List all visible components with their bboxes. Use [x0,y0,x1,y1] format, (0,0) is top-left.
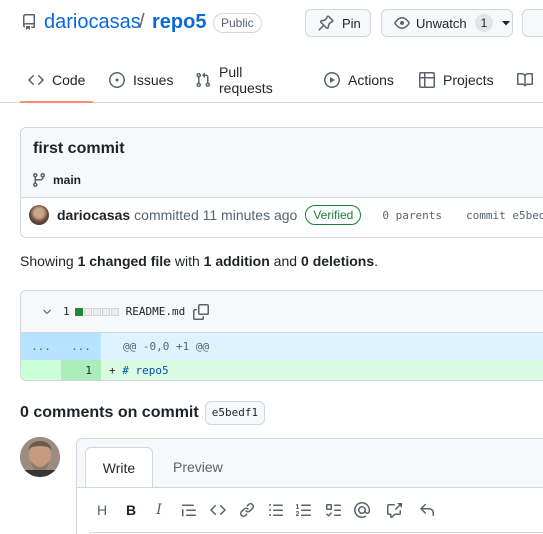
file-diff: 1 README.md ... ... @@ -0,0 +1 @@ 1 + # … [20,290,543,381]
visibility-badge: Public [213,13,262,33]
repo-name-link[interactable]: repo5 [152,11,206,34]
expand-up-button[interactable]: ... [21,333,61,360]
summary-deletions: 0 deletions [301,253,375,269]
hunk-header-row: ... ... @@ -0,0 +1 @@ [21,333,543,360]
commit-meta: dariocasas committed 11 minutes ago Veri… [29,205,543,225]
comments-title: 0 comments on commit [20,404,199,421]
new-line-number[interactable]: 1 [61,360,101,380]
summary-additions: 1 addition [203,253,270,269]
summary-with: with [174,253,200,269]
reply-icon[interactable] [416,499,438,521]
watch-count: 1 [474,14,494,32]
hunk-header: @@ -0,0 +1 @@ [123,340,210,353]
copy-icon[interactable] [193,303,210,320]
repo-header: dariocasas / repo5 Public Pin Unwatch 1 … [0,0,543,103]
caret-down-icon [501,18,511,28]
table-icon [419,72,435,88]
watch-label: Unwatch [416,15,467,31]
diff-summary: Showing 1 changed file with 1 addition a… [20,253,378,269]
link-icon[interactable] [236,499,258,521]
diff-added-line: 1 + # repo5 [21,360,543,380]
diffstat-neutral-block [110,307,119,316]
eye-icon [394,15,410,31]
tab-wiki[interactable] [517,58,541,102]
quote-icon[interactable] [178,499,200,521]
code-icon[interactable] [207,499,229,521]
diffstat-bar [74,307,120,316]
diff-line-content: # repo5 [122,364,169,377]
heading-button[interactable]: H [91,499,113,521]
commit-time: committed 11 minutes ago [134,207,298,223]
commit-sha-chip: e5bedf1 [204,401,266,425]
bold-button[interactable]: B [120,499,142,521]
commit-parents: 0 parents [382,208,442,222]
tab-code[interactable]: Code [19,58,95,103]
verified-badge[interactable]: Verified [305,205,362,225]
repo-icon [21,14,37,30]
diff-line-count: 1 [63,305,70,318]
markdown-toolbar: H B I [77,487,543,534]
comments-heading: 0 comments on commit e5bedf1 [20,401,266,425]
git-pull-request-icon [195,72,211,88]
commit-sha: commit e5bed [465,208,543,222]
file-name-link[interactable]: README.md [126,305,186,318]
diffstat-neutral-block [101,307,110,316]
tasklist-icon[interactable] [322,499,344,521]
summary-suffix: . [374,253,379,269]
commit-box: first commit main dariocasas committed 1… [20,127,543,238]
pin-button[interactable]: Pin [305,9,371,37]
repo-owner-link[interactable]: dariocasas [44,11,141,34]
mention-icon[interactable] [351,499,373,521]
ordered-list-icon[interactable] [293,499,315,521]
book-icon [517,72,533,88]
code-icon [28,72,44,88]
tab-pull-requests[interactable]: Pull requests [195,58,273,102]
author-link[interactable]: dariocasas [57,207,130,223]
user-avatar[interactable] [20,437,60,477]
play-icon [324,72,340,88]
tab-projects[interactable]: Projects [419,58,494,102]
cross-reference-icon[interactable] [383,499,405,521]
pin-label: Pin [342,15,361,31]
old-line-number [21,360,61,380]
tab-pull-requests-label: Pull requests [219,64,273,96]
path-separator: / [139,11,145,33]
diffstat-neutral-block [83,307,92,316]
tab-issues[interactable]: Issues [109,58,173,102]
tab-preview[interactable]: Preview [173,447,223,487]
summary-files[interactable]: 1 changed file [78,253,171,269]
summary-and: and [273,253,298,269]
commit-header: first commit main [21,128,543,198]
watch-button[interactable]: Unwatch 1 [381,9,513,37]
diffstat-neutral-block [92,307,101,316]
fork-button[interactable] [522,9,543,37]
tab-issues-label: Issues [133,72,174,88]
expand-down-button[interactable]: ... [61,333,101,360]
tab-projects-label: Projects [443,72,494,88]
git-branch-icon [31,172,47,188]
chevron-down-icon[interactable] [41,306,53,318]
issue-opened-icon [109,72,125,88]
branch-name: main [53,173,82,187]
summary-prefix: Showing [20,253,74,269]
comment-editor: Write Preview H B I [76,438,543,534]
file-header: 1 README.md [21,291,543,333]
diff-line-code: + # repo5 [109,360,169,380]
author-avatar[interactable] [29,205,49,225]
tab-actions[interactable]: Actions [324,58,394,102]
diff-line-prefix: + [109,364,116,377]
pin-icon [318,15,334,31]
diffstat-addition-block [74,307,83,316]
commit-branch[interactable]: main [31,172,81,188]
unordered-list-icon[interactable] [265,499,287,521]
tab-code-label: Code [52,72,86,88]
tab-actions-label: Actions [348,72,394,88]
tab-write[interactable]: Write [85,447,153,488]
commit-title: first commit [33,140,125,157]
italic-button[interactable]: I [148,499,170,521]
